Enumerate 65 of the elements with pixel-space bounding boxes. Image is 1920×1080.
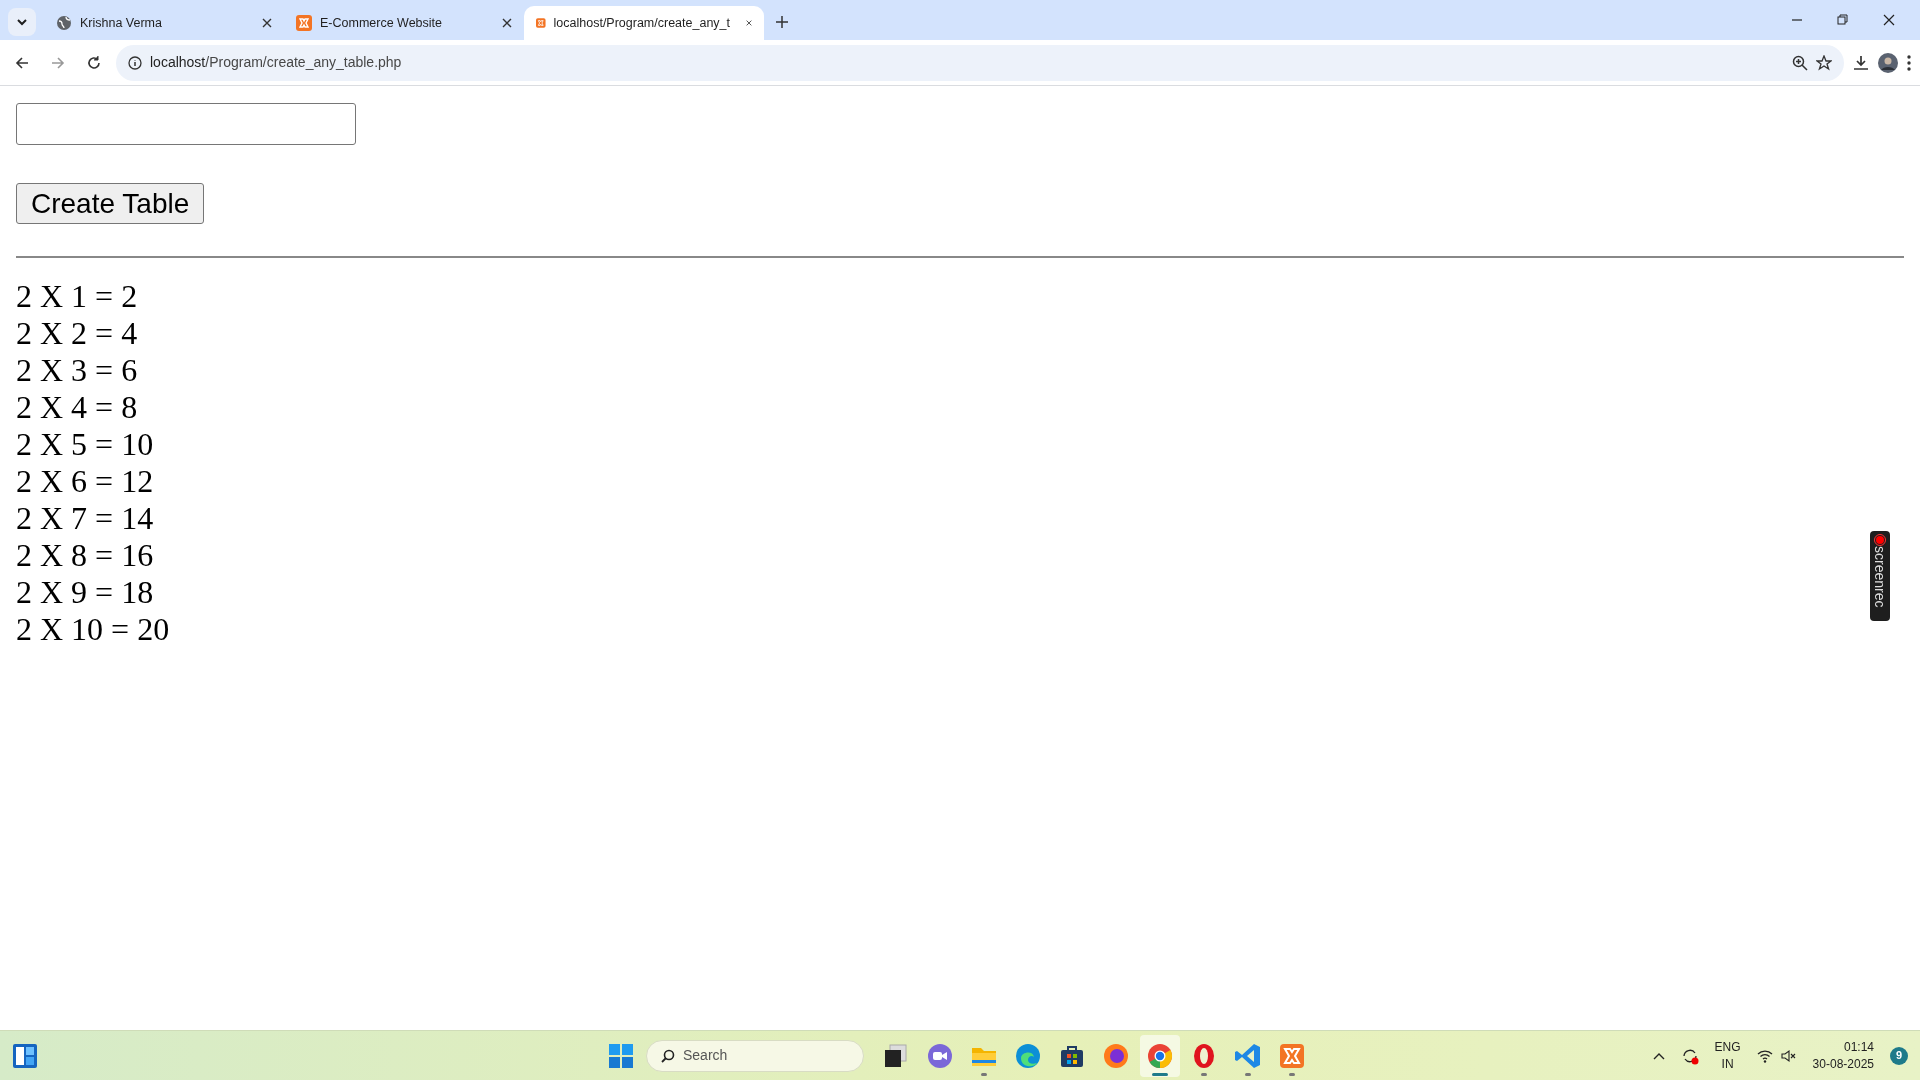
- firefox-icon: [1102, 1041, 1130, 1070]
- table-line: 2 X 1 = 2: [16, 278, 138, 315]
- table-line: 2 X 7 = 14: [16, 500, 154, 537]
- url-text: localhost/Program/create_any_table.php: [150, 53, 402, 72]
- tab-search-button[interactable]: [8, 8, 36, 36]
- clock-date: 30-08-2025: [1812, 1055, 1874, 1072]
- chrome-icon: [1146, 1041, 1174, 1070]
- recorder-widget[interactable]: screenrec: [1870, 531, 1890, 621]
- notification-badge[interactable]: 9: [1890, 1046, 1908, 1065]
- wifi-icon[interactable]: [1756, 1048, 1773, 1063]
- reload-icon: [86, 54, 102, 71]
- tab-title: localhost/Program/create_any_t: [553, 14, 731, 32]
- browser-tab[interactable]: localhost/Program/create_any_t: [524, 6, 764, 40]
- widgets-icon[interactable]: [12, 1042, 38, 1069]
- avatar-icon[interactable]: [1878, 52, 1898, 73]
- info-icon: [128, 55, 142, 70]
- tab-title: Krishna Verma: [80, 14, 162, 32]
- plus-icon: [776, 16, 788, 28]
- search-field[interactable]: Search: [646, 1039, 864, 1072]
- table-line: 2 X 3 = 6: [16, 352, 138, 389]
- edge-browser-icon: [1014, 1041, 1042, 1070]
- close-icon[interactable]: [262, 18, 272, 28]
- table-line: 2 X 5 = 10: [16, 426, 154, 463]
- language-indicator[interactable]: ENG IN: [1714, 1039, 1741, 1072]
- site-favicon-icon: [296, 15, 312, 31]
- video-chat-icon: [926, 1041, 954, 1070]
- table-line: 2 X 8 = 16: [16, 537, 154, 574]
- globe-icon: [56, 15, 72, 31]
- table-line: 2 X 6 = 12: [16, 463, 154, 500]
- tab-title: E-Commerce Website: [320, 14, 443, 32]
- record-icon: [1874, 534, 1886, 546]
- more-menu-icon[interactable]: [1906, 53, 1912, 72]
- speaker-muted-icon[interactable]: [1780, 1048, 1797, 1063]
- xampp-icon: [1278, 1041, 1306, 1070]
- table-line: 2 X 10 = 20: [16, 611, 170, 648]
- forward-icon: [50, 54, 66, 71]
- text-input-field[interactable]: [16, 103, 356, 145]
- download-icon[interactable]: [1852, 53, 1870, 72]
- search-icon: [661, 1048, 675, 1063]
- recorder-label: screenrec: [1871, 546, 1889, 608]
- address-bar[interactable]: localhost/Program/create_any_table.php: [116, 44, 1844, 81]
- create-table-button[interactable]: Create Table: [16, 183, 205, 224]
- clock-time: 01:14: [1842, 1039, 1874, 1056]
- site-favicon-icon: [536, 15, 546, 31]
- language-text: ENG: [1714, 1039, 1741, 1056]
- back-icon: [14, 54, 30, 71]
- window-stack-icon: [882, 1041, 910, 1070]
- search-placeholder: Search: [683, 1046, 728, 1065]
- code-editor-icon: [1234, 1041, 1262, 1070]
- table-line: 2 X 4 = 8: [16, 389, 138, 426]
- start-icon[interactable]: [608, 1042, 634, 1069]
- close-icon[interactable]: [746, 18, 752, 28]
- table-line: 2 X 9 = 18: [16, 574, 154, 611]
- close-icon[interactable]: [502, 18, 512, 28]
- zoom-in-icon[interactable]: [1792, 54, 1808, 71]
- browser-tab[interactable]: Krishna Verma: [44, 6, 284, 40]
- restore-icon: [1836, 13, 1850, 27]
- region-text: IN: [1720, 1055, 1735, 1072]
- table-line: 2 X 2 = 4: [16, 315, 138, 352]
- chevron-up-icon[interactable]: [1652, 1051, 1665, 1060]
- clock[interactable]: 01:14 30-08-2025: [1812, 1039, 1874, 1072]
- star-icon[interactable]: [1816, 54, 1832, 71]
- chevron-down-icon: [16, 16, 28, 28]
- close-icon: [1882, 13, 1896, 27]
- browser-tab[interactable]: E-Commerce Website: [284, 6, 524, 40]
